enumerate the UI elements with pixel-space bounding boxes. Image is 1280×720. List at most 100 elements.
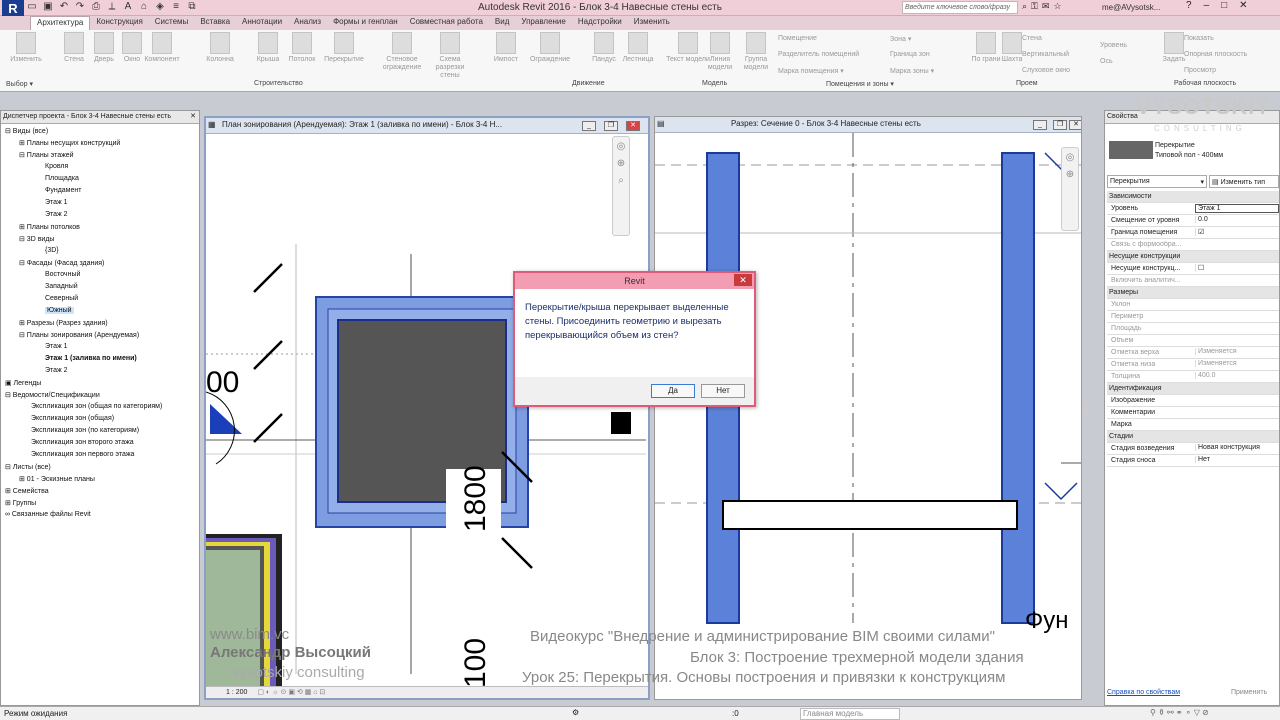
section-icon[interactable]: ◈ <box>154 1 166 15</box>
zoom-icon[interactable]: ⊕ <box>613 158 629 169</box>
tree-node[interactable]: Экспликация зон (общая) <box>31 415 114 422</box>
ribbon-small-button-10[interactable]: Ось <box>1100 58 1113 65</box>
property-row[interactable]: Стадия возведения Новая конструкция <box>1107 443 1279 455</box>
ribbon-small-button-3[interactable]: Зона ▾ <box>890 35 911 43</box>
comm-center-icon[interactable]: ✉ <box>1042 1 1050 12</box>
property-group-header[interactable]: Зависимости <box>1107 191 1279 203</box>
zoom-icon[interactable]: ⊕ <box>1062 169 1078 180</box>
property-row[interactable]: Стадия сноса Нет <box>1107 455 1279 467</box>
property-row[interactable]: Марка <box>1107 419 1279 431</box>
property-row[interactable]: Включить аналитич... <box>1107 275 1279 287</box>
tree-node[interactable]: ⊟ Листы (все) <box>5 463 51 471</box>
property-row[interactable]: Изображение <box>1107 395 1279 407</box>
apply-button[interactable]: Применить <box>1231 689 1267 696</box>
ribbon-button-8[interactable]: Перекрытие <box>322 32 366 64</box>
ribbon-small-button-8[interactable]: Слуховое окно <box>1022 67 1070 74</box>
properties-help-link[interactable]: Справка по свойствам <box>1107 689 1180 696</box>
tab-9[interactable]: Управление <box>515 16 571 30</box>
tab-5[interactable]: Анализ <box>288 16 327 30</box>
tree-node[interactable]: ⊟ Планы зонирования (Арендуемая) <box>19 331 139 339</box>
subscription-icon[interactable]: ⚿ <box>1031 1 1038 12</box>
close-icon[interactable]: ✕ <box>1239 0 1247 11</box>
minimize-icon[interactable]: _ <box>1033 120 1047 130</box>
tree-node[interactable]: Фундамент <box>45 187 81 194</box>
close-icon[interactable]: ✕ <box>1069 120 1081 130</box>
type-name-line1[interactable]: Перекрытие <box>1155 142 1195 149</box>
tree-node[interactable]: Кровля <box>45 163 68 170</box>
property-group-header[interactable]: Несущие конструкции <box>1107 251 1279 263</box>
maximize-icon[interactable]: □ <box>1221 0 1227 11</box>
tree-node[interactable]: Восточный <box>45 271 80 278</box>
close-icon[interactable]: ✕ <box>626 121 640 131</box>
ribbon-small-button-12[interactable]: Опорная плоскость <box>1184 51 1247 58</box>
tree-node[interactable]: ⊟ Фасады (Фасад здания) <box>19 259 104 267</box>
ribbon-panel-label-3[interactable]: Модель <box>702 80 727 87</box>
tree-node[interactable]: ⊟ 3D виды <box>19 235 54 243</box>
scale-label[interactable]: 1 : 200 <box>226 689 247 696</box>
property-row[interactable]: Периметр <box>1107 311 1279 323</box>
ribbon-small-button-1[interactable]: Разделитель помещений <box>778 51 859 58</box>
restore-icon[interactable]: ❐ <box>1053 120 1067 130</box>
view-controls-icons[interactable]: ▢ ◐ ☼ ⊙ ▣ ⟲ ▦ ⌂ ⊡ <box>257 689 325 696</box>
property-row[interactable]: Комментарии <box>1107 407 1279 419</box>
tab-11[interactable]: Изменить <box>628 16 676 30</box>
redo-icon[interactable]: ↷ <box>74 1 86 15</box>
yes-button[interactable]: Да <box>651 384 695 398</box>
ribbon-button-11[interactable]: Импост <box>484 32 528 64</box>
favorites-icon[interactable]: ☆ <box>1053 1 1061 12</box>
tree-node[interactable]: ⊟ Ведомости/Спецификации <box>5 391 100 399</box>
selection-options-icons[interactable]: ⚲ ⚱ ⚯ ⚭ ⚬ ▽ ⊘ <box>1150 708 1209 717</box>
property-row[interactable]: Смещение от уровня 0.0 <box>1107 215 1279 227</box>
undo-icon[interactable]: ↶ <box>58 1 70 15</box>
tree-node[interactable]: Западный <box>45 283 78 290</box>
ribbon-small-button-11[interactable]: Показать <box>1184 35 1214 42</box>
tree-node[interactable]: Экспликация зон первого этажа <box>31 451 134 458</box>
floor-slab-section[interactable] <box>722 500 1018 530</box>
measure-icon[interactable]: ⟂ <box>106 1 118 15</box>
tree-node[interactable]: Этаж 1 <box>45 343 68 350</box>
tree-node[interactable]: ∞ Связанные файлы Revit <box>5 511 91 518</box>
zoom-region-icon[interactable]: ⌕ <box>613 175 629 186</box>
tab-8[interactable]: Вид <box>489 16 515 30</box>
tab-7[interactable]: Совместная работа <box>404 16 489 30</box>
property-row[interactable]: Несущие конструкц... ☐ <box>1107 263 1279 275</box>
tab-0[interactable]: Архитектура <box>30 16 91 30</box>
dimension-00[interactable]: 00 <box>206 366 239 400</box>
tree-node[interactable]: ⊟ Виды (все) <box>5 127 48 135</box>
ribbon-small-button-7[interactable]: Вертикальный <box>1022 51 1069 58</box>
restore-icon[interactable]: ❐ <box>604 121 618 131</box>
save-icon[interactable]: ▣ <box>42 1 54 15</box>
level-marker-icon[interactable] <box>1044 482 1078 501</box>
tree-node[interactable]: Экспликация зон (по категориям) <box>31 427 139 434</box>
search-input[interactable]: Введите ключевое слово/фразу <box>902 1 1018 14</box>
print-icon[interactable]: ⎙ <box>90 1 102 15</box>
minimize-icon[interactable]: _ <box>582 121 596 131</box>
ribbon-panel-label-0[interactable]: Выбор ▾ <box>6 80 33 88</box>
ribbon-small-button-2[interactable]: Марка помещения ▾ <box>778 67 844 75</box>
view-section-header[interactable]: ▤ Разрез: Сечение 0 - Блок 3-4 Навесные … <box>655 117 1081 133</box>
ribbon-small-button-9[interactable]: Уровень <box>1100 42 1127 49</box>
type-name-line2[interactable]: Типовой пол - 400мм <box>1155 152 1223 159</box>
ribbon-button-7[interactable]: Потолок <box>280 32 324 64</box>
tree-node[interactable]: Этаж 1 <box>45 199 68 206</box>
tree-node[interactable]: Этаж 1 (заливка по имени) <box>45 355 137 362</box>
dimension-1800[interactable]: 1800 <box>459 465 493 532</box>
property-row[interactable]: Отметка верха Изменяется <box>1107 347 1279 359</box>
ribbon-panel-label-6[interactable]: Рабочая плоскость <box>1174 80 1236 87</box>
tree-node[interactable]: ▣ Легенды <box>5 379 41 387</box>
worksets-icon[interactable]: ⚙ <box>572 708 579 717</box>
ribbon-panel-label-4[interactable]: Помещения и зоны ▾ <box>826 80 894 88</box>
no-button[interactable]: Нет <box>701 384 745 398</box>
property-group-header[interactable]: Размеры <box>1107 287 1279 299</box>
tree-node[interactable]: Экспликация зон второго этажа <box>31 439 134 446</box>
ribbon-button-0[interactable]: Изменить <box>4 32 48 64</box>
tree-node[interactable]: ⊞ Разрезы (Разрез здания) <box>19 319 108 327</box>
ribbon-small-button-13[interactable]: Просмотр <box>1184 67 1216 74</box>
tab-2[interactable]: Системы <box>149 16 195 30</box>
steering-wheel-icon[interactable]: ◎ <box>613 141 629 152</box>
tree-node[interactable]: Этаж 2 <box>45 367 68 374</box>
property-row[interactable]: Уровень Этаж 1 <box>1107 203 1279 215</box>
ribbon-button-5[interactable]: Колонна <box>198 32 242 64</box>
property-group-header[interactable]: Идентификация <box>1107 383 1279 395</box>
tree-node[interactable]: ⊟ Планы этажей <box>19 151 74 159</box>
